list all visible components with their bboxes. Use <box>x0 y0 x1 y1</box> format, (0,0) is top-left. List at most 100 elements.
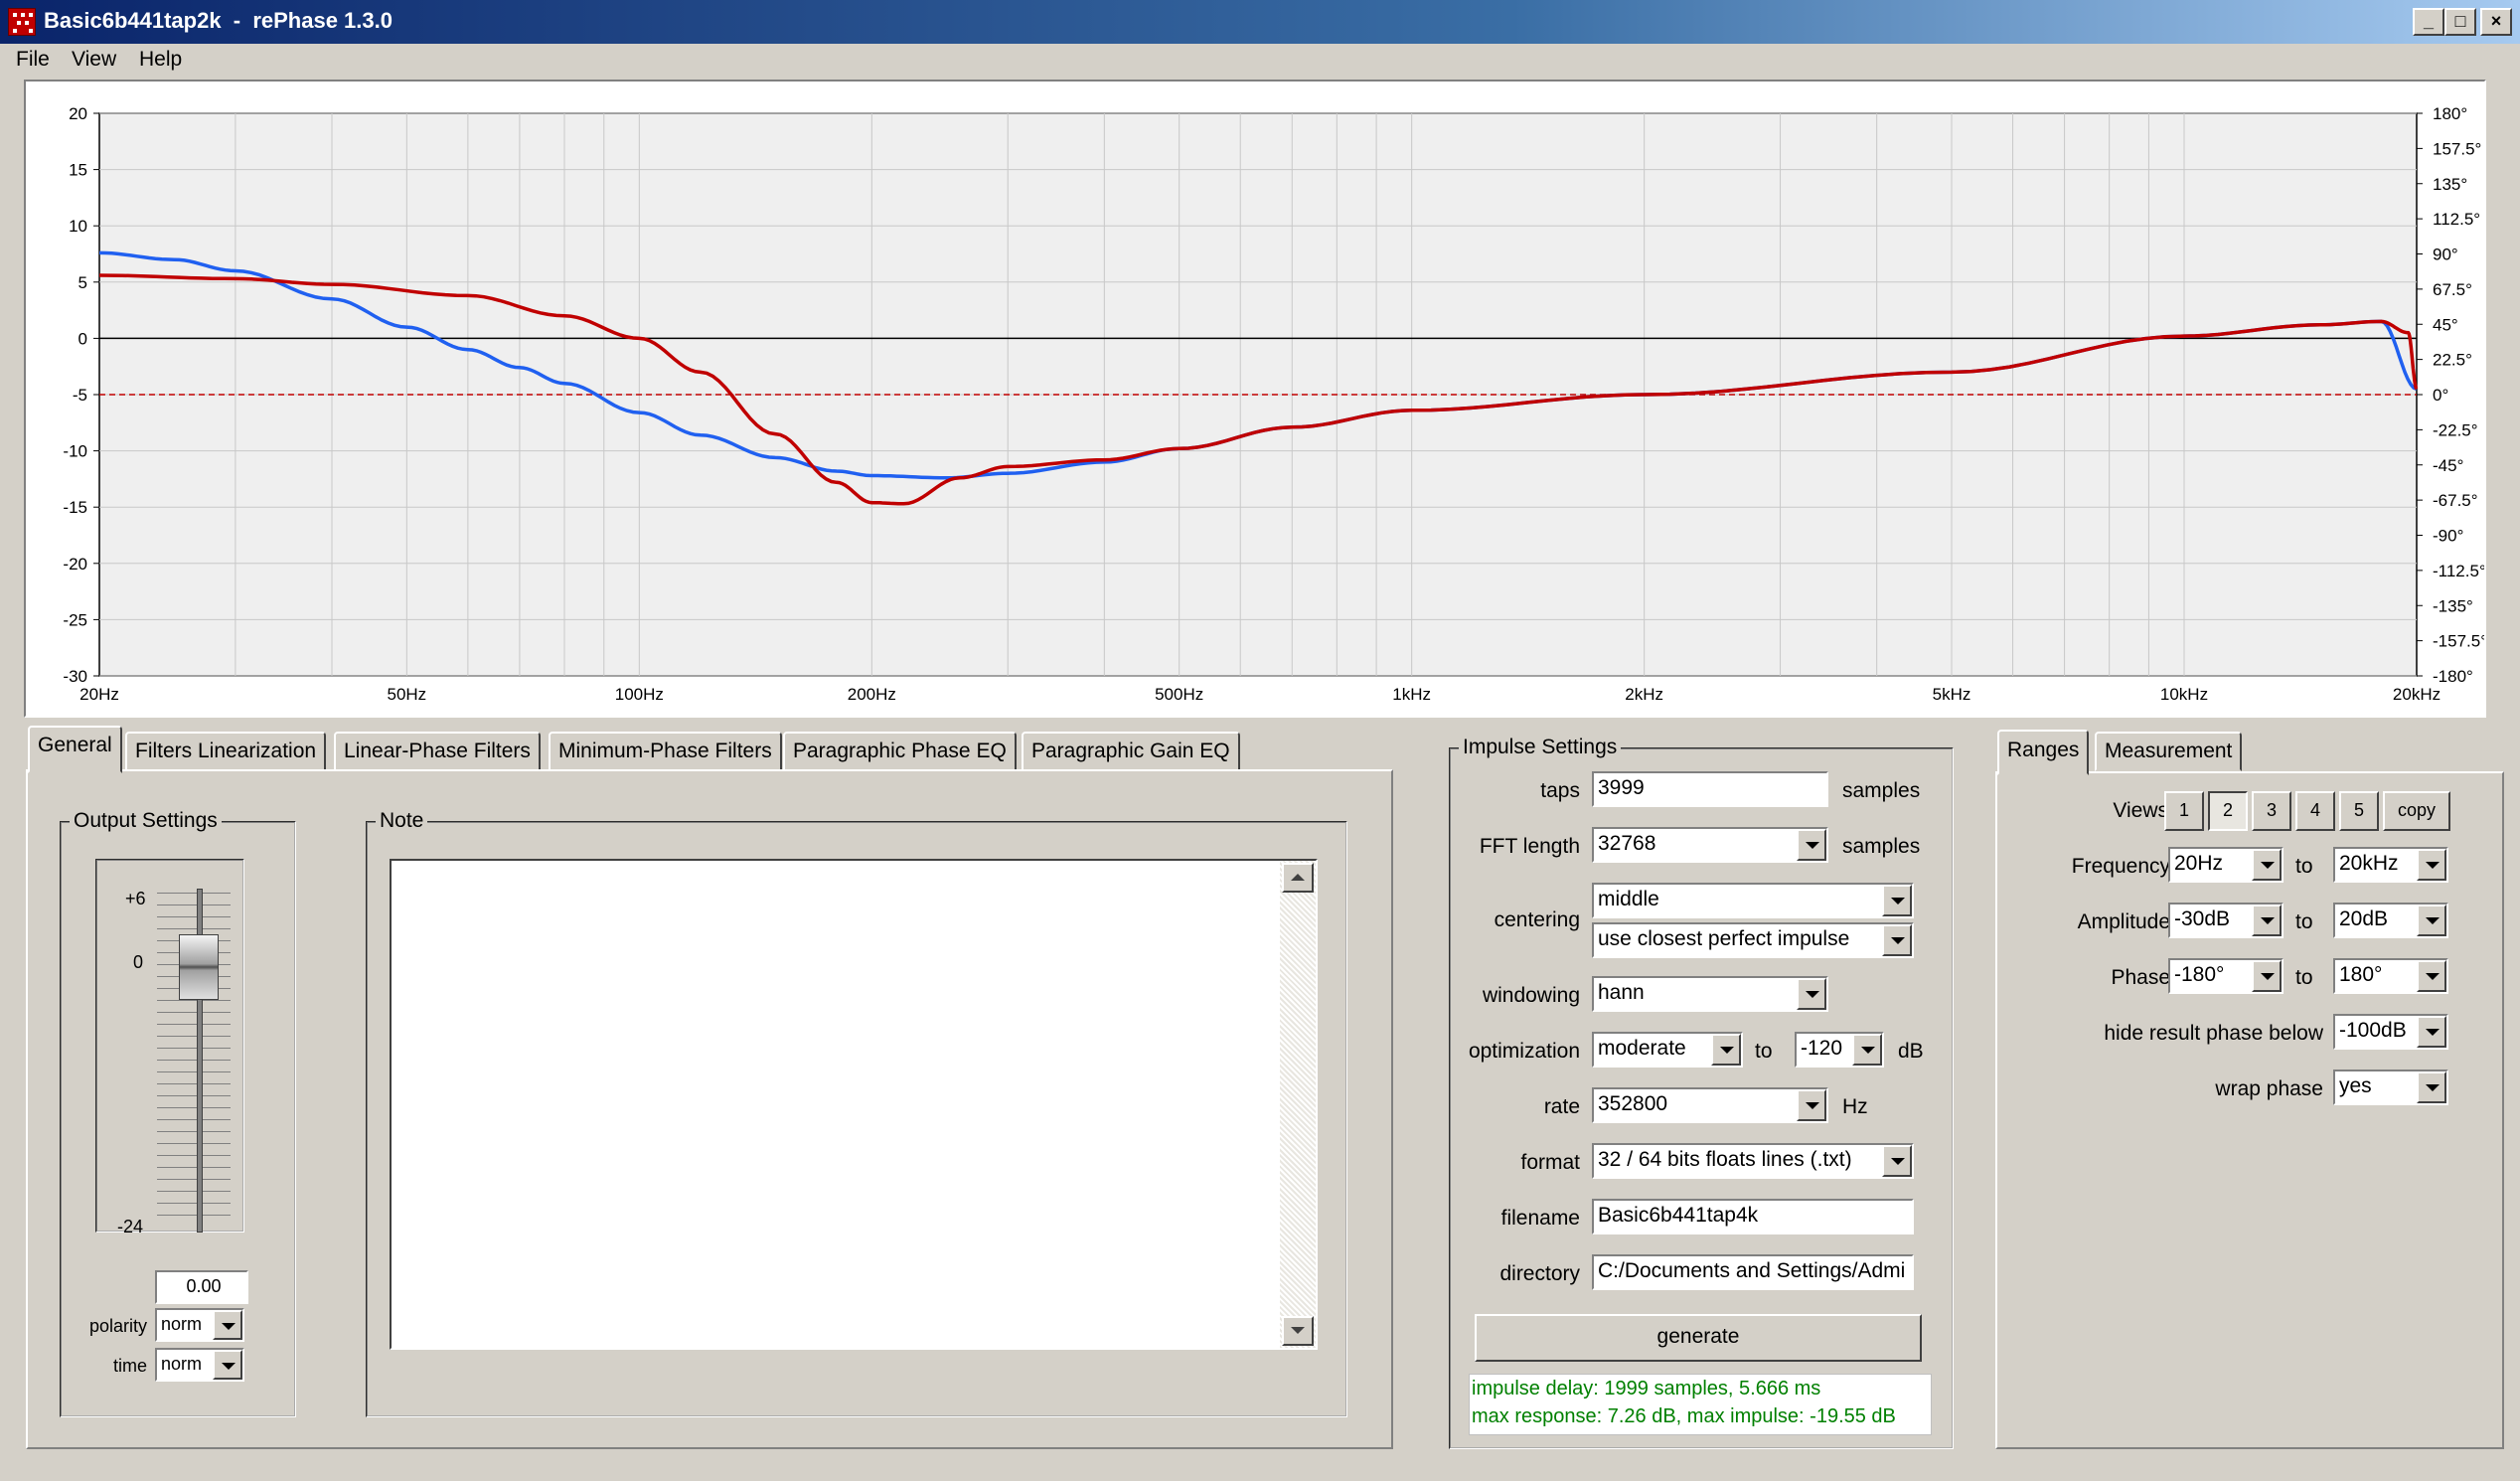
y2-tick-label: -45° <box>2433 456 2463 475</box>
chevron-down-icon[interactable] <box>213 1350 242 1380</box>
y2-tick-label: 112.5° <box>2433 210 2480 229</box>
chevron-down-icon[interactable] <box>2417 905 2446 936</box>
tab-paragraphic-gain-eq[interactable]: Paragraphic Gain EQ <box>1022 732 1240 771</box>
view-2-button[interactable]: 2 <box>2208 791 2248 831</box>
rate-label: rate <box>1543 1095 1580 1118</box>
chevron-down-icon[interactable] <box>1882 924 1912 956</box>
chevron-down-icon[interactable] <box>1711 1034 1741 1066</box>
tab-ranges[interactable]: Ranges <box>1997 730 2090 775</box>
optimization-db-select[interactable]: -120 <box>1795 1032 1884 1068</box>
time-select[interactable]: norm <box>155 1348 244 1382</box>
amplitude-to-select[interactable]: 20dB <box>2333 903 2448 938</box>
y2-tick-label: 90° <box>2433 246 2458 264</box>
fft-unit: samples <box>1842 835 1921 858</box>
rate-select[interactable]: 352800 <box>1592 1087 1828 1123</box>
scroll-down-button[interactable] <box>1282 1316 1314 1346</box>
generate-button[interactable]: generate <box>1475 1314 1922 1362</box>
phase-to-select[interactable]: 180° <box>2333 958 2448 994</box>
chevron-down-icon[interactable] <box>2417 849 2446 881</box>
chevron-down-icon[interactable] <box>2417 1016 2446 1048</box>
tab-minimum-phase-filters[interactable]: Minimum-Phase Filters <box>549 732 782 771</box>
centering-select[interactable]: middle <box>1592 883 1914 918</box>
view-4-button[interactable]: 4 <box>2295 791 2335 831</box>
scroll-up-button[interactable] <box>1282 863 1314 893</box>
maximize-button[interactable]: □ <box>2444 8 2476 36</box>
filename-field[interactable]: Basic6b441tap4k <box>1592 1199 1914 1234</box>
chevron-down-icon[interactable] <box>1882 885 1912 916</box>
y-tick-label: 0 <box>79 329 87 348</box>
note-textarea[interactable] <box>390 859 1318 1350</box>
wrap-phase-select[interactable]: yes <box>2333 1070 2448 1105</box>
y2-tick-label: -22.5° <box>2433 420 2478 439</box>
frequency-from-select[interactable]: 20Hz <box>2168 847 2284 883</box>
output-settings-title: Output Settings <box>70 809 222 833</box>
chevron-down-icon[interactable] <box>1797 1089 1826 1121</box>
amplitude-label: Amplitude <box>2077 910 2170 933</box>
fader-tick <box>157 1083 231 1084</box>
close-button[interactable]: × <box>2480 8 2512 36</box>
tab-filters-linearization[interactable]: Filters Linearization <box>125 732 327 771</box>
tab-paragraphic-phase-eq[interactable]: Paragraphic Phase EQ <box>783 732 1017 771</box>
hide-phase-select[interactable]: -100dB <box>2333 1014 2448 1050</box>
impulse-settings-title: Impulse Settings <box>1459 736 1622 759</box>
tab-measurement[interactable]: Measurement <box>2095 732 2243 771</box>
chevron-down-icon[interactable] <box>1797 829 1826 861</box>
note-scrollbar[interactable] <box>1280 861 1316 1348</box>
y-tick-label: -5 <box>73 386 87 405</box>
chevron-down-icon[interactable] <box>2252 960 2282 992</box>
tab-linear-phase-filters[interactable]: Linear-Phase Filters <box>334 732 541 771</box>
impulse-status-delay: impulse delay: 1999 samples, 5.666 ms <box>1472 1378 1821 1399</box>
impulse-settings-group: Impulse Settings taps 3999 samples FFT l… <box>1449 736 1954 1449</box>
chevron-down-icon[interactable] <box>213 1310 242 1340</box>
rate-unit: Hz <box>1842 1095 1868 1118</box>
output-gain-fader-thumb[interactable] <box>179 934 219 1000</box>
fader-scale-minus24: -24 <box>117 1217 144 1236</box>
filename-label: filename <box>1500 1207 1580 1230</box>
arrow-down-icon <box>1291 1327 1305 1334</box>
fft-length-select[interactable]: 32768 <box>1592 827 1828 863</box>
phase-from-value: -180° <box>2174 963 2225 986</box>
chevron-down-icon[interactable] <box>1797 978 1826 1010</box>
windowing-select[interactable]: hann <box>1592 976 1828 1012</box>
amplitude-from-select[interactable]: -30dB <box>2168 903 2284 938</box>
fader-tick <box>157 1203 231 1204</box>
menu-help[interactable]: Help <box>139 48 182 72</box>
phase-from-select[interactable]: -180° <box>2168 958 2284 994</box>
optimization-select[interactable]: moderate <box>1592 1032 1743 1068</box>
fader-scale-plus6: +6 <box>125 889 146 908</box>
fader-tick <box>157 1036 231 1037</box>
rate-value: 352800 <box>1598 1092 1668 1115</box>
view-1-button[interactable]: 1 <box>2164 791 2204 831</box>
taps-field[interactable]: 3999 <box>1592 771 1828 807</box>
output-db-field[interactable]: 0.00 <box>155 1270 248 1304</box>
x-tick-label: 20kHz <box>2393 685 2441 704</box>
minimize-button[interactable]: _ <box>2413 8 2444 36</box>
frequency-to-select[interactable]: 20kHz <box>2333 847 2448 883</box>
views-label: Views <box>2113 799 2168 822</box>
chevron-down-icon[interactable] <box>2252 905 2282 936</box>
chevron-down-icon[interactable] <box>2417 1071 2446 1103</box>
fader-tick <box>157 1119 231 1120</box>
polarity-select[interactable]: norm <box>155 1308 244 1342</box>
chevron-down-icon[interactable] <box>1882 1145 1912 1177</box>
menu-file[interactable]: File <box>16 48 50 72</box>
view-5-button[interactable]: 5 <box>2339 791 2379 831</box>
impulse-status-box: impulse delay: 1999 samples, 5.666 ms ma… <box>1469 1374 1932 1435</box>
view-3-button[interactable]: 3 <box>2252 791 2291 831</box>
x-tick-label: 10kHz <box>2160 685 2208 704</box>
y-tick-label: 10 <box>69 217 87 236</box>
view-copy-button[interactable]: copy <box>2383 791 2450 831</box>
fader-tick <box>157 1215 231 1216</box>
menu-view[interactable]: View <box>72 48 116 72</box>
chevron-down-icon[interactable] <box>2417 960 2446 992</box>
chevron-down-icon[interactable] <box>1852 1034 1882 1066</box>
format-select[interactable]: 32 / 64 bits floats lines (.txt) <box>1592 1143 1914 1179</box>
y2-tick-label: 22.5° <box>2433 351 2472 370</box>
tab-general[interactable]: General <box>28 726 122 773</box>
directory-field[interactable]: C:/Documents and Settings/Admi <box>1592 1254 1914 1290</box>
chevron-down-icon[interactable] <box>2252 849 2282 881</box>
fader-tick <box>157 1143 231 1144</box>
response-chart[interactable]: 20 15 10 5 0 -5 -10 -15 -20 -25 -30 180° 157.5° 135° 1… <box>24 80 2486 718</box>
centering-mode-select[interactable]: use closest perfect impulse <box>1592 922 1914 958</box>
amplitude-to-label: to <box>2295 910 2313 933</box>
